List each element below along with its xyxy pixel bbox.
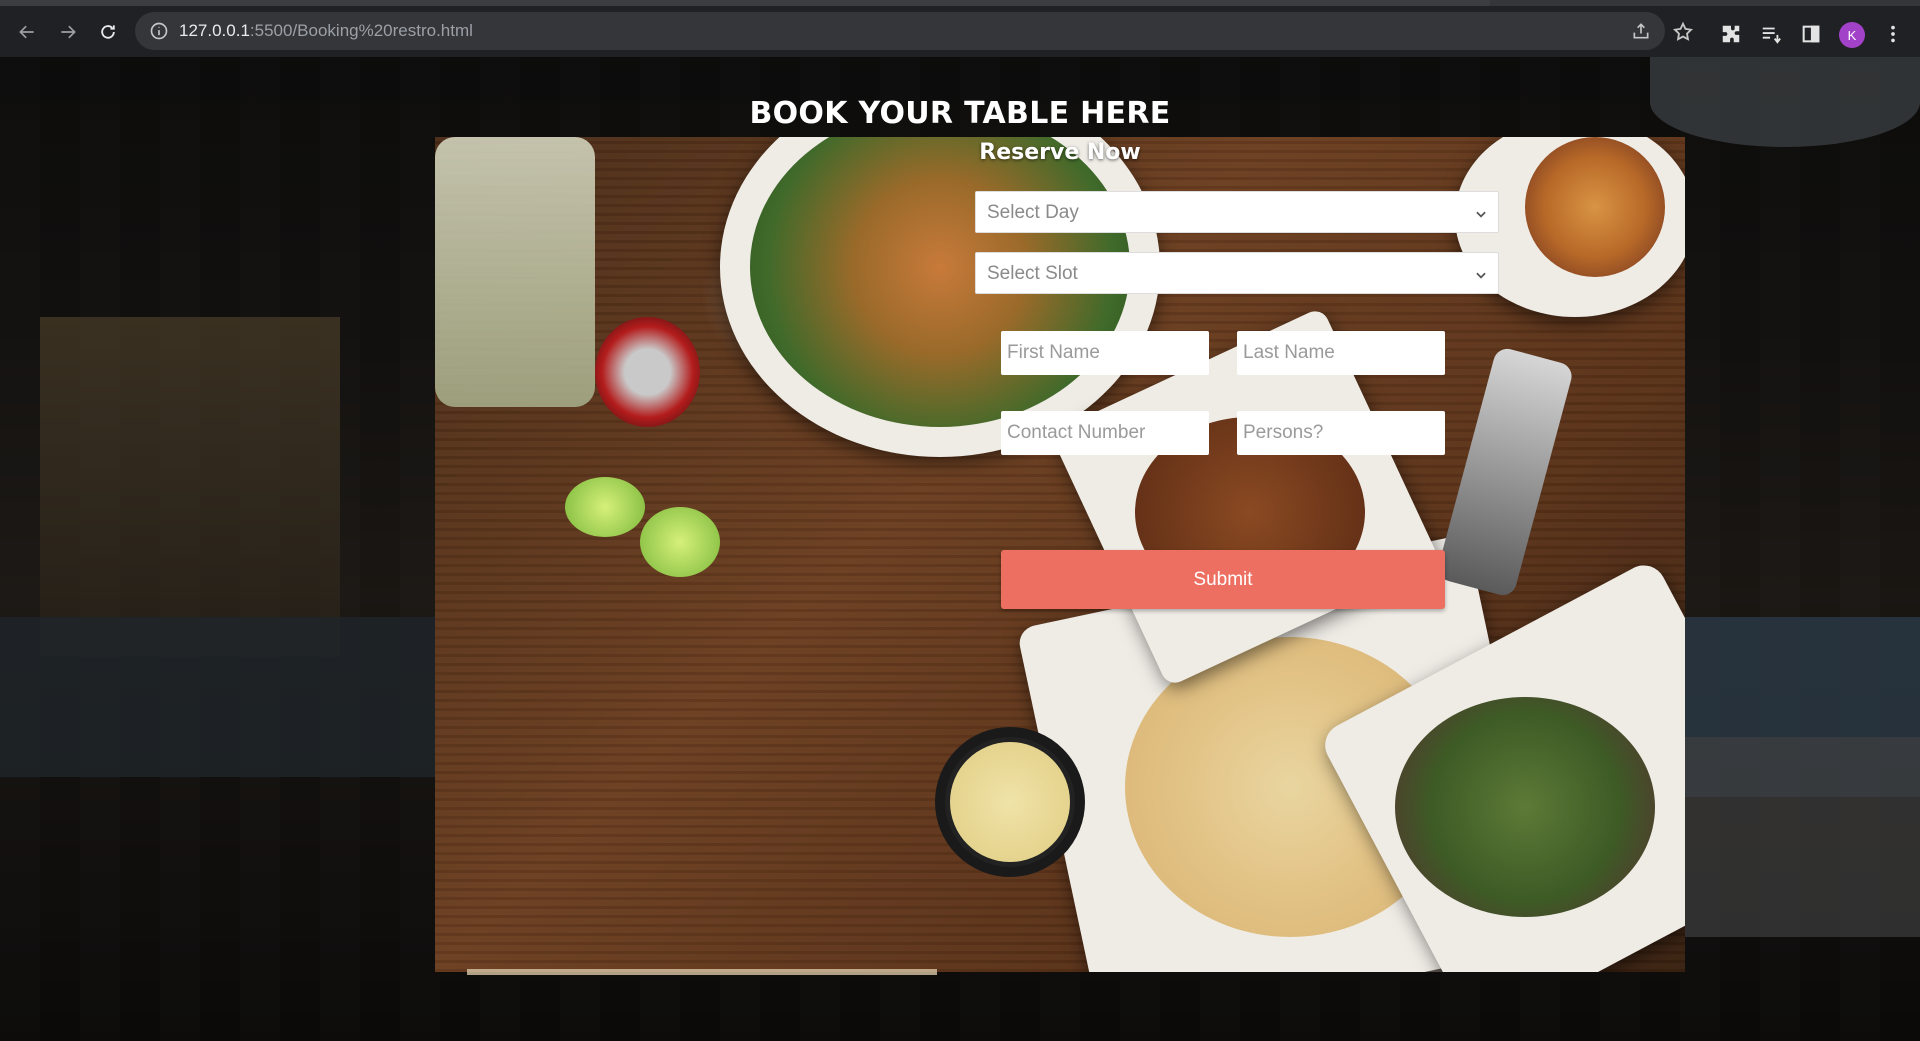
page-title: BOOK YOUR TABLE HERE: [749, 96, 1171, 131]
forward-arrow-icon[interactable]: [54, 18, 82, 46]
contact-number-field[interactable]: Contact Number: [1001, 411, 1209, 455]
select-slot-dropdown[interactable]: Select Slot: [975, 252, 1499, 294]
select-day-value: Select Day: [987, 202, 1079, 223]
share-icon[interactable]: [1631, 21, 1651, 41]
lime-slice-2: [640, 507, 720, 577]
tequila-bottle: [435, 137, 595, 407]
booth-seat-left: [0, 617, 435, 777]
form-title: Reserve Now: [979, 140, 1141, 165]
tab-strip: [0, 0, 1490, 6]
reading-list-icon[interactable]: [1760, 23, 1782, 45]
extensions-puzzle-icon[interactable]: [1720, 23, 1742, 45]
beer-can: [1435, 345, 1575, 599]
persons-placeholder: Persons?: [1243, 422, 1324, 443]
url-path: :5500/Booking%20restro.html: [249, 21, 473, 40]
address-bar[interactable]: 127.0.0.1:5500/Booking%20restro.html: [135, 12, 1665, 50]
chevron-down-icon: [1474, 206, 1488, 220]
back-arrow-icon[interactable]: [13, 18, 41, 46]
booking-form-panel: Reserve Now Select Day Select Slot First…: [435, 137, 1685, 972]
table-right: [1685, 737, 1920, 937]
first-name-placeholder: First Name: [1007, 342, 1100, 363]
kebab-menu-icon[interactable]: [1882, 23, 1904, 45]
queso-dip: [950, 742, 1070, 862]
shelf-decor: [40, 317, 340, 657]
url-text[interactable]: 127.0.0.1:5500/Booking%20restro.html: [179, 21, 473, 41]
url-host: 127.0.0.1: [179, 21, 250, 40]
restaurant-background: BOOK YOUR TABLE HERE Reserve Now Select …: [0, 57, 1920, 1041]
info-icon[interactable]: [149, 21, 169, 41]
soda-can: [595, 317, 700, 427]
select-day-dropdown[interactable]: Select Day: [975, 191, 1499, 233]
greens-food: [1395, 697, 1655, 917]
star-icon[interactable]: [1672, 21, 1694, 43]
chevron-down-icon: [1474, 267, 1488, 281]
avatar-letter: K: [1847, 27, 1857, 43]
select-slot-value: Select Slot: [987, 263, 1078, 284]
reload-icon[interactable]: [94, 18, 122, 46]
last-name-field[interactable]: Last Name: [1237, 331, 1445, 375]
persons-field[interactable]: Persons?: [1237, 411, 1445, 455]
browser-toolbar: 127.0.0.1:5500/Booking%20restro.html K: [0, 0, 1920, 57]
first-name-field[interactable]: First Name: [1001, 331, 1209, 375]
submit-label: Submit: [1193, 568, 1253, 590]
side-panel-icon[interactable]: [1800, 23, 1822, 45]
profile-avatar[interactable]: K: [1839, 22, 1865, 48]
contact-number-placeholder: Contact Number: [1007, 422, 1146, 443]
lime-slice-1: [565, 477, 645, 537]
last-name-placeholder: Last Name: [1243, 342, 1335, 363]
panel-scroll-edge: [467, 969, 937, 975]
submit-button[interactable]: Submit: [1001, 550, 1445, 609]
